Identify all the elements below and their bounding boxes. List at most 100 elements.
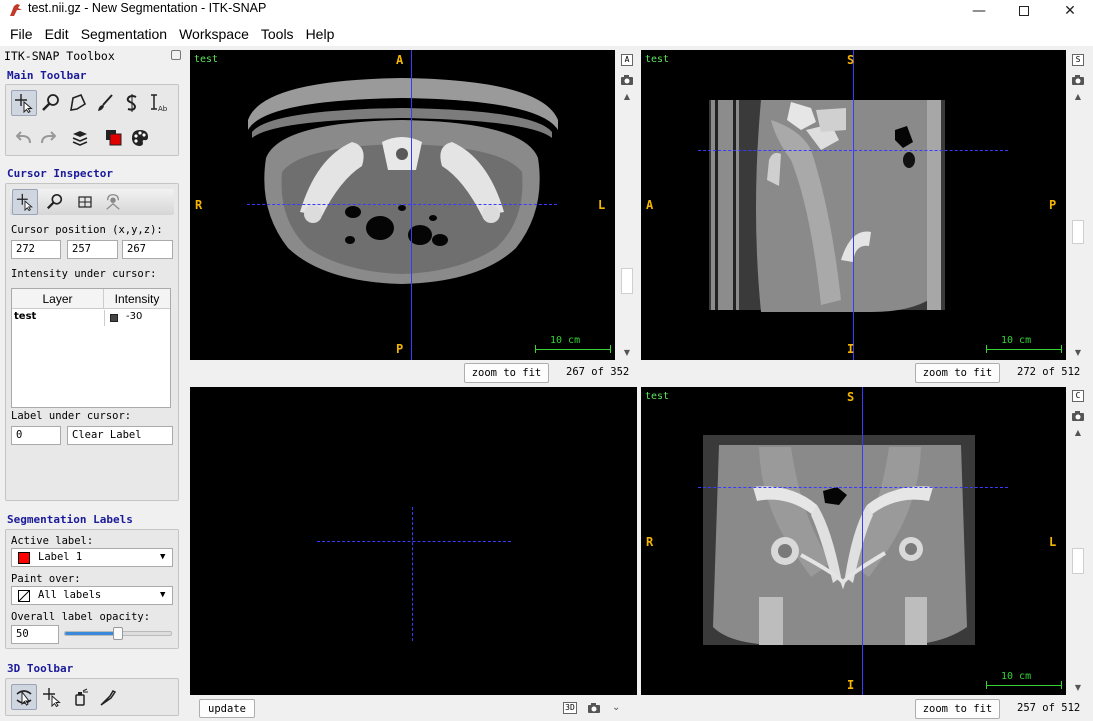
snake-tool-button[interactable]: [119, 90, 145, 116]
update-3d-button[interactable]: update: [199, 699, 255, 718]
sagittal-view[interactable]: test S I A P 10 cm: [641, 50, 1066, 360]
annotation-tool-button[interactable]: Ab: [146, 90, 172, 116]
label-id-field[interactable]: 0: [11, 426, 61, 445]
inspector-crosshair-button[interactable]: [12, 189, 38, 215]
view-layer-name: test: [645, 391, 670, 402]
axial-maximize-button[interactable]: A: [621, 54, 633, 66]
scroll-up-arrow-icon[interactable]: ▲: [1071, 428, 1085, 437]
column-header-intensity[interactable]: Intensity: [104, 289, 170, 309]
opacity-slider-track[interactable]: [64, 627, 172, 640]
sagittal-screenshot-button[interactable]: [1071, 74, 1085, 89]
menu-edit[interactable]: Edit: [39, 22, 75, 46]
menu-file[interactable]: File: [4, 22, 39, 46]
scroll-down-arrow-icon[interactable]: ▼: [1071, 348, 1085, 357]
chevron-down-icon: ▼: [160, 590, 166, 600]
undock-toolbox-button[interactable]: [171, 50, 181, 60]
coronal-screenshot-button[interactable]: [1071, 410, 1085, 425]
active-label-dropdown[interactable]: Label 1 ▼: [11, 548, 173, 567]
scrollbar-thumb[interactable]: [621, 268, 633, 294]
rotate-3d-tool-button[interactable]: [11, 684, 37, 710]
render-3d-view[interactable]: [190, 387, 637, 695]
window-title: test.nii.gz - New Segmentation - ITK-SNA…: [28, 1, 267, 15]
axial-screenshot-button[interactable]: [620, 74, 634, 89]
render3d-screenshot-button[interactable]: [587, 702, 601, 717]
crosshair-3d-tool-button[interactable]: [39, 684, 65, 710]
layers-button[interactable]: [67, 125, 93, 151]
inspector-layout-button[interactable]: [72, 189, 98, 215]
active-label-caption: Active label:: [11, 535, 94, 547]
camera-icon: [1072, 411, 1084, 421]
cursor-inspector-title: Cursor Inspector: [7, 167, 113, 180]
opacity-slider-thumb[interactable]: [113, 627, 123, 640]
scalpel-3d-tool-button[interactable]: [95, 684, 121, 710]
scroll-down-arrow-icon[interactable]: ▼: [620, 348, 634, 357]
paint-over-caption: Paint over:: [11, 573, 81, 585]
menu-workspace[interactable]: Workspace: [173, 22, 255, 46]
segmentation-labels-title: Segmentation Labels: [7, 513, 133, 526]
table-row[interactable]: test -30: [12, 310, 170, 326]
opacity-caption: Overall label opacity:: [11, 611, 151, 623]
minimize-button[interactable]: —: [956, 0, 1002, 22]
orientation-left: R: [646, 535, 654, 549]
spray-3d-tool-button[interactable]: [67, 684, 93, 710]
scroll-down-arrow-icon[interactable]: ▼: [1071, 683, 1085, 692]
zoom-tool-button[interactable]: [38, 90, 64, 116]
render3d-maximize-button[interactable]: 3D: [563, 702, 577, 714]
axial-view[interactable]: test A P R L 10 cm: [190, 50, 615, 360]
menu-tools[interactable]: Tools: [255, 22, 300, 46]
menu-segmentation[interactable]: Segmentation: [75, 22, 173, 46]
axial-slice-scrollbar[interactable]: ▲ ▼: [620, 92, 634, 360]
label-name-field[interactable]: Clear Label: [67, 426, 173, 445]
orientation-right: P: [1049, 198, 1057, 212]
coronal-maximize-button[interactable]: C: [1072, 390, 1084, 402]
orientation-bottom: P: [396, 342, 404, 356]
active-label-color-swatch: [18, 552, 30, 564]
render3d-options-chevron-down-icon[interactable]: ⌄: [612, 702, 620, 713]
toolbar-3d-panel: [5, 678, 179, 716]
sagittal-slice-number: 272 of 512: [1017, 366, 1081, 378]
orientation-top: S: [847, 53, 855, 67]
opacity-field[interactable]: 50: [11, 625, 59, 644]
polygon-tool-button[interactable]: [65, 90, 91, 116]
coronal-view[interactable]: test S I R L 10 cm: [641, 387, 1066, 695]
sagittal-maximize-button[interactable]: S: [1072, 54, 1084, 66]
polygon-icon: [70, 93, 87, 111]
label-colors-button[interactable]: [101, 125, 127, 151]
scrollbar-thumb[interactable]: [1072, 220, 1084, 244]
crosshair-tool-button[interactable]: [11, 90, 37, 116]
row-intensity-value: -30: [126, 311, 143, 322]
title-bar[interactable]: test.nii.gz - New Segmentation - ITK-SNA…: [0, 0, 1093, 22]
axial-zoom-to-fit-button[interactable]: zoom to fit: [464, 363, 549, 383]
cursor-position-label: Cursor position (x,y,z):: [11, 224, 163, 236]
close-button[interactable]: ✕: [1047, 0, 1093, 22]
rotate-3d-icon: [16, 690, 32, 706]
coronal-slice-number: 257 of 512: [1017, 702, 1081, 714]
cursor-y-field[interactable]: 257: [67, 240, 118, 259]
inspector-sync-button[interactable]: [100, 189, 126, 215]
menu-bar: File Edit Segmentation Workspace Tools H…: [0, 22, 1093, 46]
cursor-x-field[interactable]: 272: [11, 240, 61, 259]
menu-help[interactable]: Help: [300, 22, 341, 46]
color-map-button[interactable]: [127, 125, 153, 151]
scroll-up-arrow-icon[interactable]: ▲: [1071, 92, 1085, 101]
sagittal-slice-scrollbar[interactable]: ▲ ▼: [1071, 92, 1085, 360]
column-header-layer[interactable]: Layer: [12, 289, 104, 309]
camera-icon: [1072, 75, 1084, 85]
scroll-up-arrow-icon[interactable]: ▲: [620, 92, 634, 101]
scrollbar-thumb[interactable]: [1072, 548, 1084, 574]
orientation-bottom: I: [847, 342, 855, 356]
coronal-zoom-to-fit-button[interactable]: zoom to fit: [915, 699, 1000, 719]
paintbrush-tool-button[interactable]: [92, 90, 118, 116]
coronal-slice-scrollbar[interactable]: ▲ ▼: [1071, 428, 1085, 695]
redo-button[interactable]: [35, 125, 61, 151]
inspector-zoom-button[interactable]: [42, 189, 68, 215]
svg-text:Ab: Ab: [158, 105, 168, 113]
undo-button[interactable]: [11, 125, 37, 151]
all-labels-icon: [18, 590, 30, 602]
sagittal-zoom-to-fit-button[interactable]: zoom to fit: [915, 363, 1000, 383]
camera-icon: [621, 75, 633, 85]
chevron-down-icon: ▼: [160, 552, 166, 562]
maximize-button[interactable]: [1001, 0, 1047, 22]
cursor-z-field[interactable]: 267: [122, 240, 173, 259]
paint-over-dropdown[interactable]: All labels ▼: [11, 586, 173, 605]
